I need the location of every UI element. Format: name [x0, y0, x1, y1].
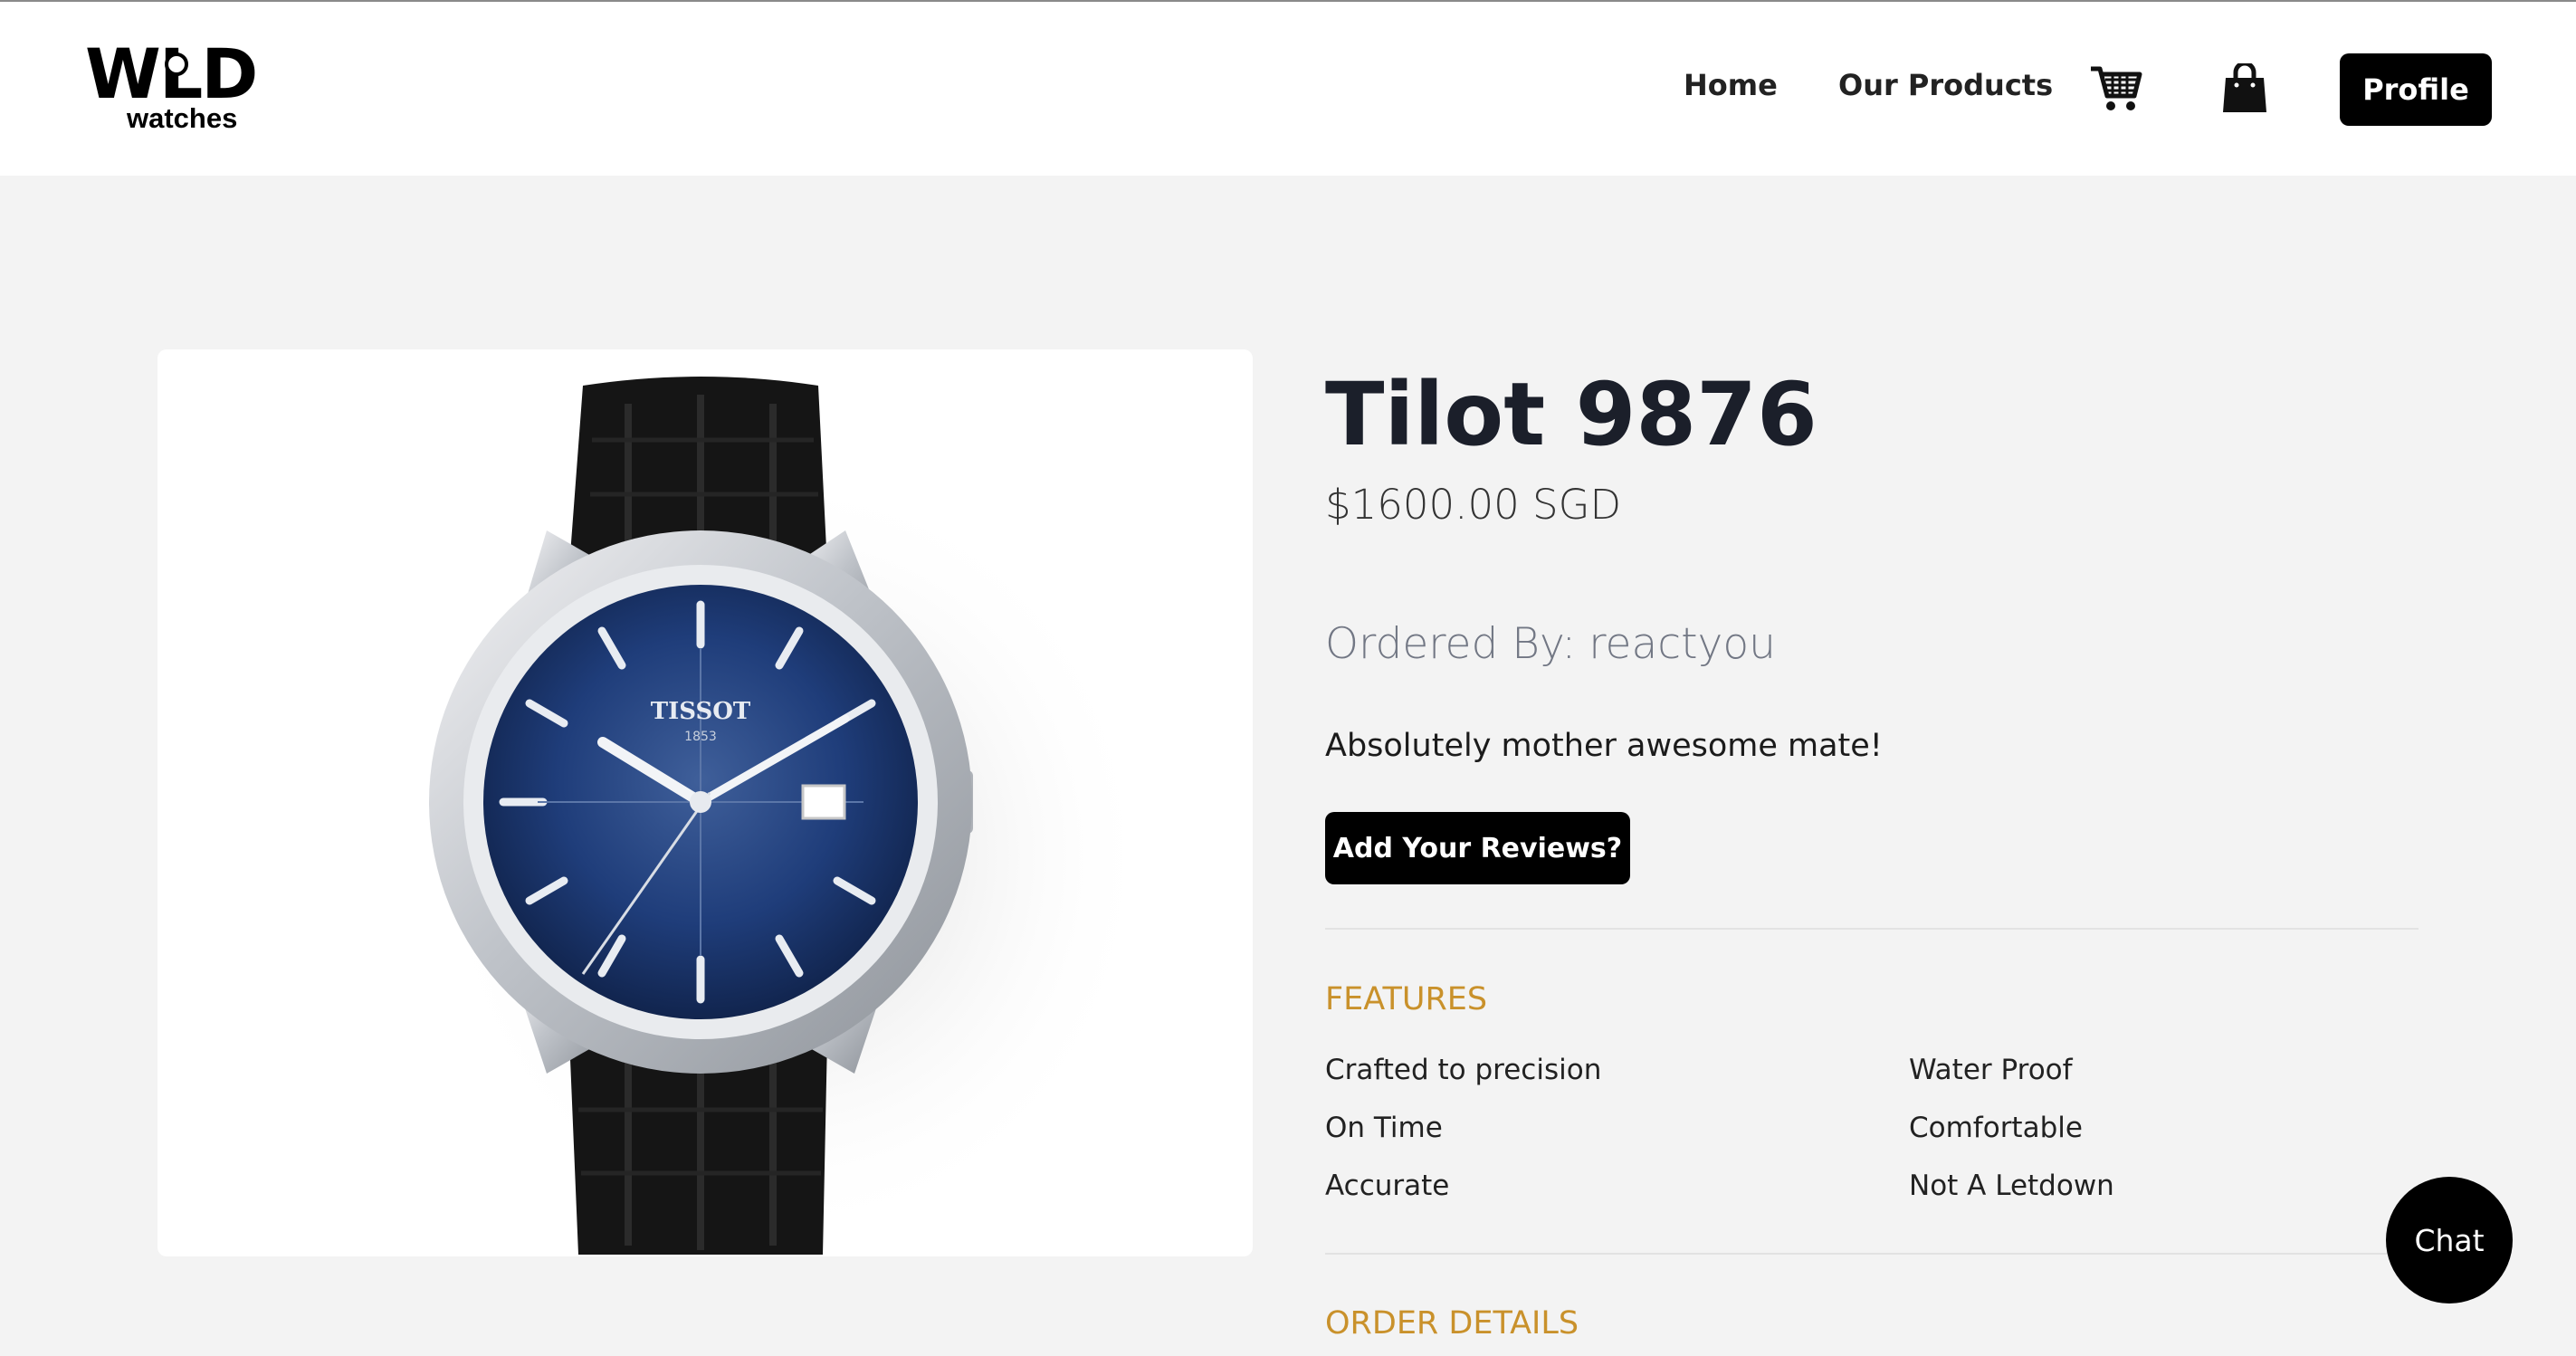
feature-item: Crafted to precision [1325, 1054, 1602, 1086]
ordered-by: Ordered By: reactyou [1325, 616, 1776, 673]
review-text: Absolutely mother awesome mate! [1325, 728, 1883, 764]
chat-button[interactable]: Chat [2386, 1177, 2513, 1303]
shopping-bag-icon [2223, 61, 2266, 112]
feature-item: Comfortable [1909, 1112, 2083, 1144]
nav-products-link[interactable]: Our Products [1838, 67, 2053, 103]
cart-icon [2091, 66, 2142, 110]
feature-item: Not A Letdown [1909, 1170, 2114, 1202]
order-details-heading: ORDER DETAILS [1325, 1305, 1579, 1342]
feature-item: On Time [1325, 1112, 1443, 1144]
product-image-card: TISSOT 1853 [157, 349, 1253, 1256]
section-divider [1325, 1253, 2419, 1255]
feature-item: Water Proof [1909, 1054, 2073, 1086]
brand-logo[interactable]: WLD watches [85, 38, 275, 138]
logo-watch-dial-icon [165, 53, 188, 76]
features-list: Crafted to precision Water Proof On Time… [1325, 1052, 2419, 1233]
watch-product-image: TISSOT 1853 [429, 377, 1153, 1255]
site-header: WLD watches Home Our Products Profile [0, 2, 2576, 176]
product-price: $1600.00 SGD [1325, 481, 1622, 529]
logo-subtitle: watches [127, 102, 238, 134]
watch-year-text: 1853 [684, 730, 717, 744]
watch-brand-text: TISSOT [651, 698, 751, 725]
product-title: Tilot 9876 [1325, 364, 1818, 465]
section-divider [1325, 928, 2419, 930]
nav-home-link[interactable]: Home [1684, 67, 1778, 103]
bag-button[interactable] [2218, 61, 2272, 114]
ordered-by-label: Ordered By: [1325, 619, 1577, 669]
profile-button[interactable]: Profile [2340, 53, 2492, 126]
ordered-by-user: reactyou [1589, 619, 1776, 669]
add-review-button[interactable]: Add Your Reviews? [1325, 812, 1630, 884]
features-heading: FEATURES [1325, 981, 1488, 1017]
cart-button[interactable] [2089, 63, 2143, 114]
feature-item: Accurate [1325, 1170, 1450, 1202]
